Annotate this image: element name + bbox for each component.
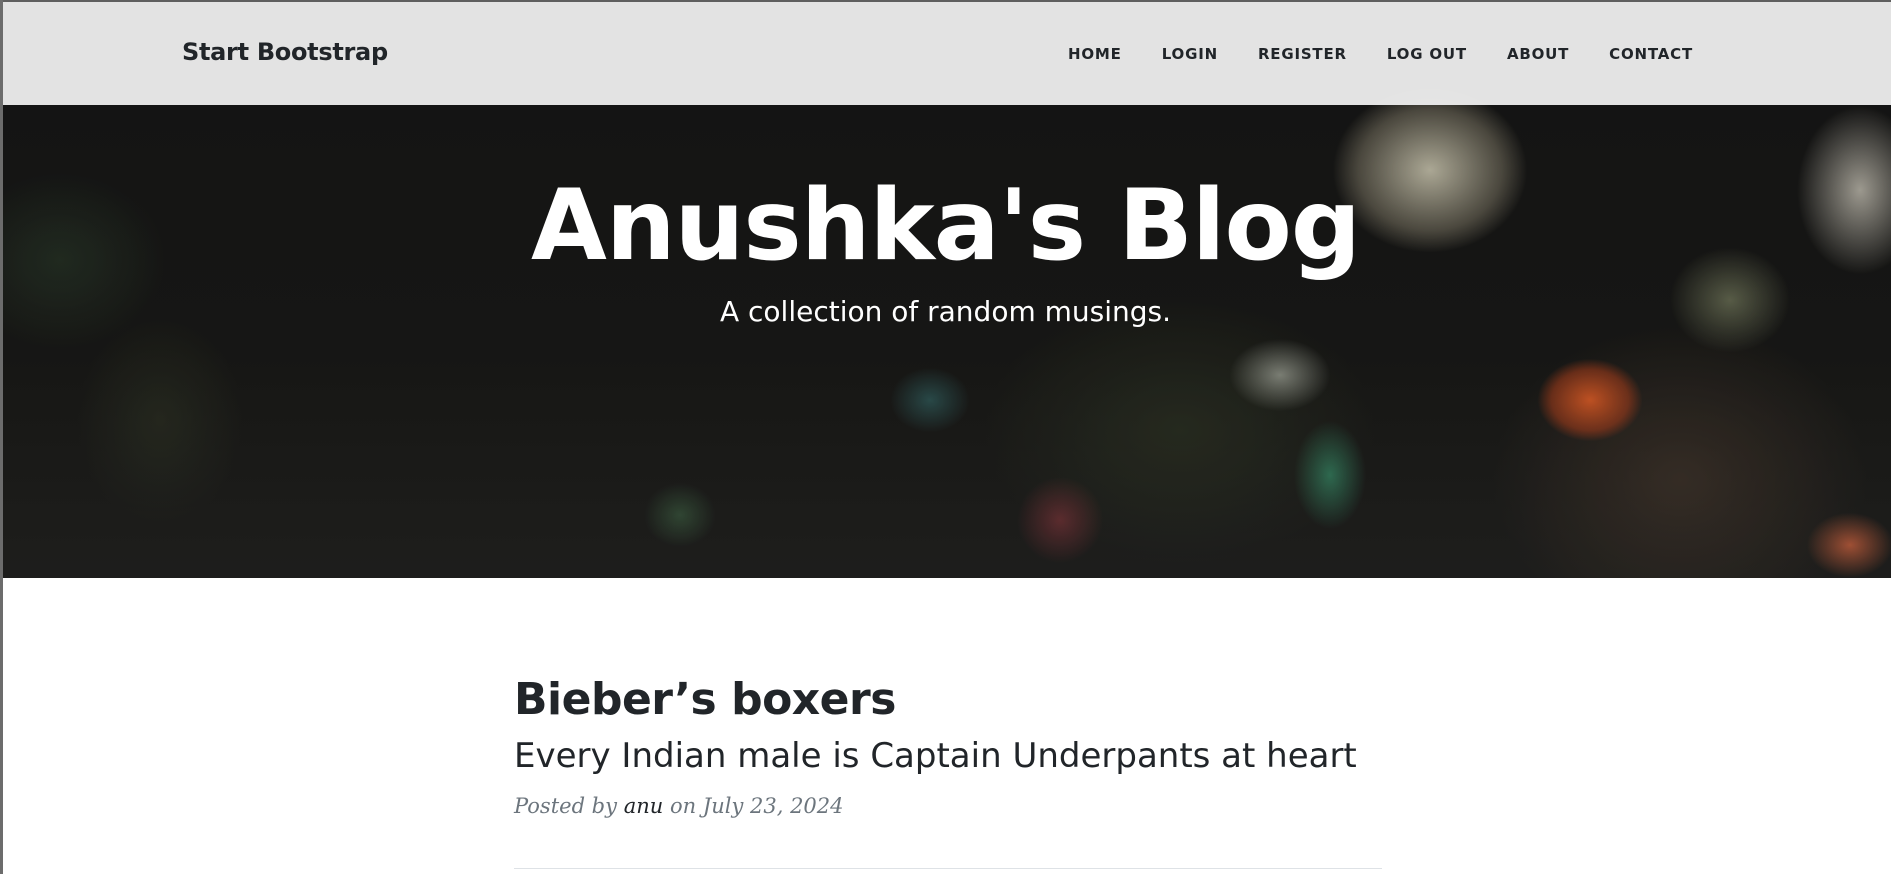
nav-item-home: HOME	[1068, 44, 1122, 63]
nav-menu: HOME LOGIN REGISTER LOG OUT ABOUT CONTAC…	[1068, 44, 1693, 63]
nav-link-login[interactable]: LOGIN	[1162, 45, 1218, 63]
nav-item-logout: LOG OUT	[1387, 44, 1467, 63]
nav-link-logout[interactable]: LOG OUT	[1387, 45, 1467, 63]
nav-item-login: LOGIN	[1162, 44, 1218, 63]
post-meta: Posted by anu on July 23, 2024	[514, 792, 1382, 820]
navbar: Start Bootstrap HOME LOGIN REGISTER LOG …	[0, 0, 1891, 105]
site-heading: Anushka's Blog A collection of random mu…	[0, 168, 1891, 330]
navbar-brand[interactable]: Start Bootstrap	[182, 38, 388, 66]
site-subtitle: A collection of random musings.	[719, 295, 1172, 328]
nav-link-contact[interactable]: CONTACT	[1609, 45, 1693, 63]
nav-item-contact: CONTACT	[1609, 44, 1693, 63]
site-title: Anushka's Blog	[530, 169, 1361, 283]
window-frame-top	[0, 0, 1891, 2]
nav-item-register: REGISTER	[1258, 44, 1347, 63]
post-meta-date: on July 23, 2024	[669, 794, 844, 818]
window-frame-left	[0, 0, 3, 874]
post-divider	[514, 868, 1382, 869]
nav-item-about: ABOUT	[1507, 44, 1569, 63]
post-title-link[interactable]: Bieber’s boxers	[514, 672, 1382, 728]
nav-link-home[interactable]: HOME	[1068, 45, 1122, 63]
nav-link-register[interactable]: REGISTER	[1258, 45, 1347, 63]
post-meta-prefix: Posted by	[514, 794, 617, 818]
post-subtitle[interactable]: Every Indian male is Captain Underpants …	[514, 734, 1382, 778]
nav-link-about[interactable]: ABOUT	[1507, 45, 1569, 63]
post-author-link[interactable]: anu	[624, 794, 664, 818]
post-preview: Bieber’s boxers Every Indian male is Cap…	[514, 672, 1382, 820]
